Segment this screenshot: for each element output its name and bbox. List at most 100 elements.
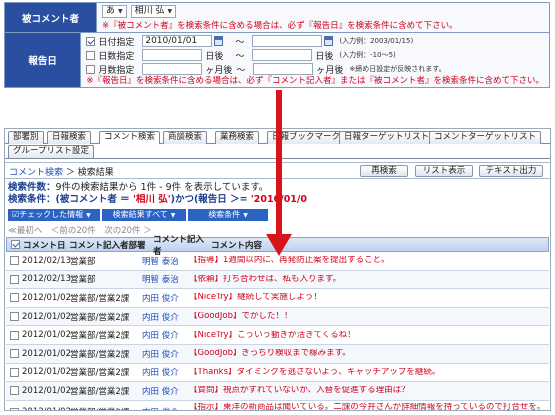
row-commenter-link[interactable]: 内田 俊介 [142,366,189,378]
days-spec-checkbox[interactable] [86,50,96,60]
search-condition-label: 検索条件： [8,194,56,205]
select-all-checkbox[interactable] [10,240,20,249]
row-commenter-link[interactable]: 内田 俊介 [142,311,189,323]
all-results-menu[interactable]: 検索結果すべて ▼ [102,209,186,221]
row-comment-link[interactable]: 【依頼】打ち合わせは、私も入ります。 [189,275,549,284]
row-commenter-link[interactable]: 内田 俊介 [142,385,189,397]
table-row: 2012/01/02 営業部/営業2課 内田 俊介 【Thanks】タイミングを逃さな… [6,364,549,383]
report-date-note: ※『報告日』を検索条件に含める場合は、必ず『コメント記入者』または『被コメント者… [86,76,544,86]
commenter-select[interactable]: 相川 弘 ▼ [130,5,177,18]
header-name[interactable]: コメント記入者 [153,233,211,257]
calendar-icon[interactable] [324,36,334,46]
results-table: コメント日 コメント記入者部署 コメント記入者 コメント内容 2012/02/1… [6,235,549,410]
kana-select-value: あ [106,6,116,16]
breadcrumb-current: 検索結果 [77,168,114,178]
table-row: 2012/01/02 営業部/営業2課 内田 俊介 【NiceTry】こういう動きが活… [6,326,549,345]
row-checkbox[interactable] [9,274,19,284]
tab-task-search[interactable]: 業務検索 [215,131,260,144]
all-results-label: 検索結果すべて [112,210,168,219]
row-checkbox[interactable] [9,349,19,359]
tab-department[interactable]: 部署別 [8,131,44,144]
date-spec-label: 日付指定 [98,37,135,48]
date-hint: (入力例：2003/01/15) [339,37,414,45]
row-checkbox[interactable] [9,312,19,322]
report-date-row: 報告日 日付指定 2010/01/01 〜 (入力例：2003/01/15) 日… [5,33,549,87]
row-dept: 営業部 [70,256,96,267]
down-arrow-icon [266,234,292,256]
row-comment-link[interactable]: 【質問】視点がずれていないか、入替を促進する理由は？ [189,386,549,395]
header-dept[interactable]: コメント記入者部署 [69,239,153,251]
row-comment-link[interactable]: 【NiceTry】継続して実施しよう！ [189,293,549,302]
text-export-button[interactable]: テキスト出力 [479,165,543,177]
calendar-icon[interactable] [214,36,224,46]
row-commenter-link[interactable]: 明智 泰治 [142,273,189,285]
tab-comment-search[interactable]: コメント検索 [99,131,161,144]
research-button[interactable]: 再検索 [360,165,408,177]
breadcrumb-separator: ＞ [65,168,75,178]
table-row: 2012/01/02 営業部/営業2課 内田 俊介 【GoodJob】でかした！！ [6,307,549,327]
days-range-tilde: 〜 [235,51,245,62]
row-checkbox[interactable] [9,367,19,377]
checked-info-label: チェックした情報 [19,210,84,219]
row-comment-link[interactable]: 【NiceTry】こういう動きが活きてくるね！ [189,331,549,340]
days-from-input[interactable] [142,49,203,61]
list-view-button[interactable]: リスト表示 [415,165,473,177]
condition-value-commenter: '相川 弘' [132,194,171,205]
months-from-input[interactable] [142,63,203,75]
row-commenter-link[interactable]: 内田 俊介 [142,348,189,360]
commenter-row: 被コメント者 あ ▼ 相川 弘 ▼ ※『被コメント者』を検索条件に含める場合は、必ず… [5,3,549,33]
tab-report-target-list[interactable]: 日報ターゲットリスト [339,131,435,144]
table-body: 2012/02/13 営業部 明智 泰治 【指導】1週間以内に、再発防止案を提出するこ… [6,252,549,410]
tab-deal-search[interactable]: 商談検索 [163,131,208,144]
table-row: 2012/01/02 営業部/営業2課 内田 俊介 【NiceTry】継続して実施しよ… [6,289,549,308]
table-row: 2012/02/13 営業部 明智 泰治 【依頼】打ち合わせは、私も入ります。 [6,270,549,290]
row-date: 2012/01/02 [22,385,71,396]
row-commenter-link[interactable]: 内田 俊介 [142,292,189,304]
row-date: 2012/02/13 [22,255,71,266]
days-spec-line: 日数指定 日後 〜 日後 (入力例：-10〜5) [86,48,544,62]
row-comment-link[interactable]: 【指示】東洋の新商品は聞いている。二課の今井さんが詳細情報を持っているので打合せ… [189,403,549,410]
row-commenter-link[interactable]: 内田 俊介 [142,329,189,341]
search-form: 被コメント者 あ ▼ 相川 弘 ▼ ※『被コメント者』を検索条件に含める場合は、必ず… [4,2,550,88]
kana-select[interactable]: あ ▼ [102,5,127,18]
row-checkbox[interactable] [9,256,19,266]
tab-group-list-settings[interactable]: グループリスト設定 [8,145,94,158]
row-dept: 営業部 [70,275,96,286]
date-to-input[interactable] [252,35,323,47]
days-to-input[interactable] [252,49,313,61]
search-condition-menu[interactable]: 検索条件 ▼ [188,209,268,221]
row-dept: 営業部/営業2課 [70,312,130,323]
tab-report-search[interactable]: 日報検索 [47,131,92,144]
months-to-input[interactable] [253,63,314,75]
row-comment-link[interactable]: 【Thanks】タイミングを逃さないよう、キャッチアップを継続。 [189,368,549,377]
checked-info-menu[interactable]: ☑チェックした情報 ▼ [8,209,100,221]
months-spec-checkbox[interactable] [86,64,96,74]
row-comment-link[interactable]: 【GoodJob】ぎっちり検収まで稼みます。 [189,349,549,358]
row-checkbox[interactable] [9,386,19,396]
date-spec-checkbox[interactable] [86,36,96,46]
days-hint: (入力例：-10〜5) [339,51,396,59]
table-row: 2012/01/02 営業部/営業2課 内田 俊介 【GoodJob】ぎっちり検収まで… [6,344,549,364]
tab-comment-target-list[interactable]: コメントターゲットリスト [429,131,542,144]
row-date: 2012/01/02 [22,348,71,359]
breadcrumb-link[interactable]: コメント検索 [9,168,63,178]
table-row: 2012/01/02 営業部/営業2課 内田 俊介 【質問】視点がずれていないか、入替… [6,382,549,401]
row-checkbox[interactable] [9,293,19,303]
row-checkbox[interactable] [9,407,19,410]
header-date[interactable]: コメント日 [23,239,69,251]
chevron-down-icon: ▼ [118,8,123,15]
date-from-input[interactable]: 2010/01/01 [142,35,213,47]
row-dept: 営業部/営業2課 [70,368,130,379]
chevron-down-icon: ▼ [243,212,248,219]
row-comment-link[interactable]: 【GoodJob】でかした！！ [189,312,549,321]
result-count-text: 9件の検索結果から 1件 - 9件 を表示しています。 [55,182,269,193]
row-date: 2012/01/02 [22,292,71,303]
row-date: 2012/01/02 [22,311,71,322]
row-comment-link[interactable]: 【指導】1週間以内に、再発防止案を提出すること。 [189,256,549,265]
row-commenter-link[interactable]: 明智 泰治 [142,255,189,267]
months-spec-label: 月数指定 [98,65,135,76]
row-checkbox[interactable] [9,330,19,340]
row-date: 2012/01/02 [22,407,71,410]
row-commenter-link[interactable]: 内田 俊介 [142,406,189,410]
pager: ≪最初へ ＜前の20件 次の20件 ＞ [8,226,152,236]
